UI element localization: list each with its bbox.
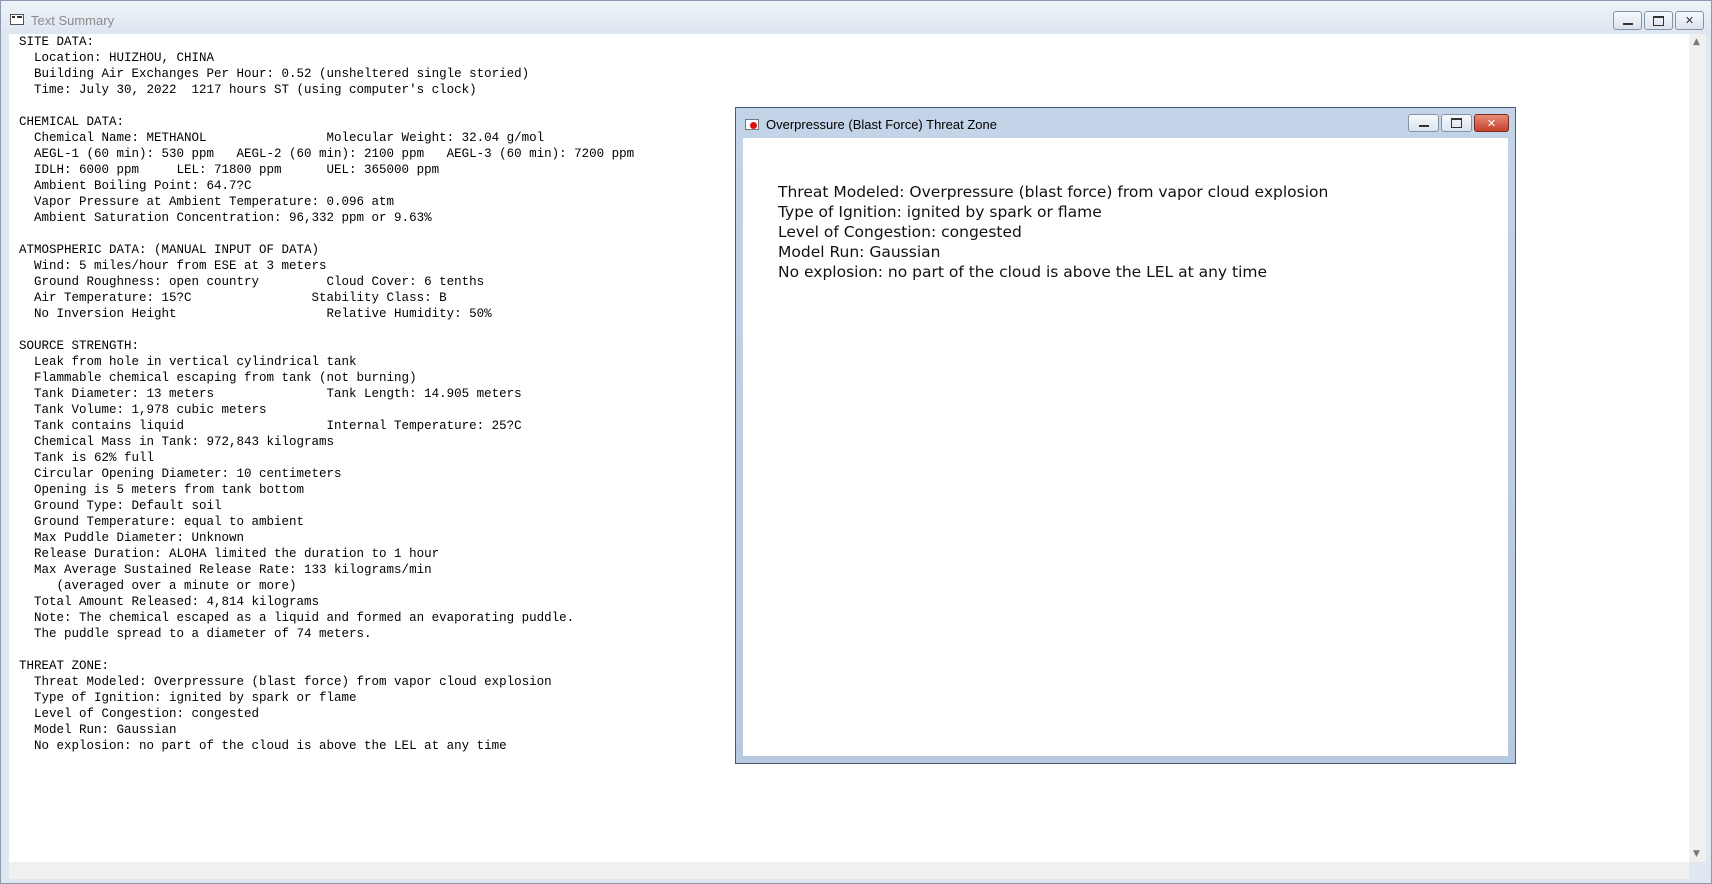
summary-blank-line xyxy=(19,226,634,242)
summary-line: The puddle spread to a diameter of 74 me… xyxy=(19,627,372,641)
threat-zone-close-button[interactable] xyxy=(1474,114,1509,132)
summary-line: Note: The chemical escaped as a liquid a… xyxy=(19,611,575,625)
summary-line: No explosion: no part of the cloud is ab… xyxy=(19,739,507,753)
threat-zone-window: Overpressure (Blast Force) Threat Zone T… xyxy=(735,107,1516,764)
summary-line: SITE DATA: xyxy=(19,35,95,49)
summary-line: Level of Congestion: congested xyxy=(19,707,260,721)
threat-modeled-text: Threat Modeled: Overpressure (blast forc… xyxy=(778,183,1329,201)
summary-line: Chemical Name: METHANOL Molecular Weight… xyxy=(19,131,545,145)
ignition-type-text: Type of Ignition: ignited by spark or fl… xyxy=(778,203,1102,221)
scroll-up-arrow-icon[interactable]: ▲ xyxy=(1693,37,1700,47)
summary-line: Ground Roughness: open country Cloud Cov… xyxy=(19,275,485,289)
threat-zone-window-title: Overpressure (Blast Force) Threat Zone xyxy=(766,117,997,132)
minimize-button[interactable] xyxy=(1613,11,1642,30)
threat-zone-maximize-button[interactable] xyxy=(1441,114,1472,132)
summary-line: Max Puddle Diameter: Unknown xyxy=(19,531,245,545)
summary-line: Threat Modeled: Overpressure (blast forc… xyxy=(19,675,552,689)
maximize-button[interactable] xyxy=(1644,11,1673,30)
summary-line: Type of Ignition: ignited by spark or fl… xyxy=(19,691,357,705)
summary-line: Model Run: Gaussian xyxy=(19,723,177,737)
summary-line: Wind: 5 miles/hour from ESE at 3 meters xyxy=(19,259,327,273)
summary-line: IDLH: 6000 ppm LEL: 71800 ppm UEL: 36500… xyxy=(19,163,440,177)
summary-line: THREAT ZONE: xyxy=(19,659,110,673)
summary-line: Leak from hole in vertical cylindrical t… xyxy=(19,355,357,369)
congestion-level-text: Level of Congestion: congested xyxy=(778,223,1022,241)
summary-line: Location: HUIZHOU, CHINA xyxy=(19,51,215,65)
summary-text: SITE DATA: Location: HUIZHOU, CHINA Buil… xyxy=(19,34,634,754)
summary-line: No Inversion Height Relative Humidity: 5… xyxy=(19,307,492,321)
summary-line: Opening is 5 meters from tank bottom xyxy=(19,483,305,497)
main-caption-buttons xyxy=(1613,11,1704,30)
summary-line: AEGL-1 (60 min): 530 ppm AEGL-2 (60 min)… xyxy=(19,147,635,161)
vertical-scrollbar[interactable]: ▲ ▼ xyxy=(1689,34,1706,862)
summary-line: Tank is 62% full xyxy=(19,451,155,465)
summary-line: Tank Volume: 1,978 cubic meters xyxy=(19,403,267,417)
summary-line: Air Temperature: 15?C Stability Class: B xyxy=(19,291,447,305)
model-run-text: Model Run: Gaussian xyxy=(778,243,941,261)
summary-line: Building Air Exchanges Per Hour: 0.52 (u… xyxy=(19,67,530,81)
threat-zone-caption-buttons xyxy=(1408,114,1509,132)
summary-line: Tank contains liquid Internal Temperatur… xyxy=(19,419,522,433)
summary-line: Max Average Sustained Release Rate: 133 … xyxy=(19,563,432,577)
summary-blank-line xyxy=(19,642,634,658)
summary-line: Ambient Boiling Point: 64.7?C xyxy=(19,179,252,193)
summary-line: (averaged over a minute or more) xyxy=(19,579,297,593)
summary-line: ATMOSPHERIC DATA: (MANUAL INPUT OF DATA) xyxy=(19,243,320,257)
summary-line: Vapor Pressure at Ambient Temperature: 0… xyxy=(19,195,395,209)
summary-line: Ground Temperature: equal to ambient xyxy=(19,515,305,529)
threat-zone-minimize-button[interactable] xyxy=(1408,114,1439,132)
summary-line: Flammable chemical escaping from tank (n… xyxy=(19,371,417,385)
threat-zone-content: Threat Modeled: Overpressure (blast forc… xyxy=(743,138,1508,756)
summary-line: Time: July 30, 2022 1217 hours ST (using… xyxy=(19,83,477,97)
main-titlebar[interactable]: Text Summary xyxy=(1,1,1711,34)
summary-line: CHEMICAL DATA: xyxy=(19,115,125,129)
summary-line: Tank Diameter: 13 meters Tank Length: 14… xyxy=(19,387,522,401)
summary-blank-line xyxy=(19,322,634,338)
main-window-title: Text Summary xyxy=(31,13,115,28)
summary-line: Total Amount Released: 4,814 kilograms xyxy=(19,595,320,609)
threat-zone-window-icon[interactable] xyxy=(745,119,759,130)
summary-line: Ambient Saturation Concentration: 96,332… xyxy=(19,211,432,225)
close-button[interactable] xyxy=(1675,11,1704,30)
summary-line: Chemical Mass in Tank: 972,843 kilograms xyxy=(19,435,335,449)
summary-line: Ground Type: Default soil xyxy=(19,499,222,513)
summary-line: SOURCE STRENGTH: xyxy=(19,339,140,353)
summary-line: Release Duration: ALOHA limited the dura… xyxy=(19,547,440,561)
app-window-icon[interactable] xyxy=(10,14,24,25)
scroll-down-arrow-icon[interactable]: ▼ xyxy=(1693,849,1700,859)
summary-line: Circular Opening Diameter: 10 centimeter… xyxy=(19,467,342,481)
threat-zone-titlebar[interactable]: Overpressure (Blast Force) Threat Zone xyxy=(736,108,1515,138)
summary-blank-line xyxy=(19,98,634,114)
horizontal-scrollbar[interactable] xyxy=(9,862,1689,879)
explosion-status-text: No explosion: no part of the cloud is ab… xyxy=(778,263,1268,281)
